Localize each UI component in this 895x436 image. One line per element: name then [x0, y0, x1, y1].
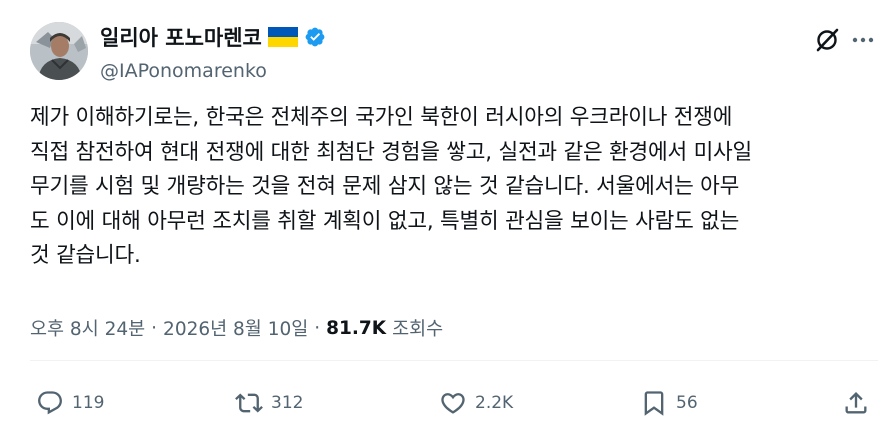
tweet-text-line: 제가 이해하기로는, 한국은 전체주의 국가인 북한이 러시아의 우크라이나 전… — [30, 105, 733, 130]
share-icon — [845, 392, 867, 414]
action-bar: 119 312 2.2K 56 — [30, 383, 878, 423]
tweet-text-line: 직접 참전하여 현대 전쟁에 대한 최첨단 경험을 쌓고, 실전과 같은 환경에… — [30, 139, 753, 165]
meta-separator: · — [151, 317, 158, 339]
ukraine-flag-icon — [267, 27, 298, 47]
meta-separator: · — [314, 317, 321, 339]
share-button[interactable] — [842, 383, 870, 423]
reply-count: 119 — [72, 393, 105, 413]
avatar-image — [30, 22, 88, 80]
view-count-label: 조회수 — [392, 319, 444, 340]
reply-button[interactable]: 119 — [36, 383, 104, 423]
author-handle[interactable]: @IAPonomarenko — [100, 60, 267, 82]
verified-badge-icon[interactable] — [304, 26, 326, 48]
tweet-text-line: 도 이에 대해 아무런 조치를 취할 계획이 없고, 특별히 관심을 보이는 사… — [30, 208, 740, 234]
bookmark-icon — [644, 391, 664, 416]
repost-icon — [235, 393, 263, 413]
divider — [30, 360, 878, 361]
grok-icon[interactable] — [814, 27, 840, 53]
author-name-row: 일리아 포노마렌코 — [100, 22, 326, 52]
reply-icon — [38, 391, 62, 415]
tweet-time[interactable]: 오후 8시 24분 — [30, 315, 145, 341]
bookmark-count: 56 — [676, 393, 698, 413]
bookmark-button[interactable]: 56 — [640, 383, 698, 423]
author-name[interactable]: 일리아 포노마렌코 — [100, 22, 262, 52]
tweet-date[interactable]: 2026년 8월 10일 — [163, 315, 308, 341]
like-icon — [441, 393, 465, 414]
repost-button[interactable]: 312 — [235, 383, 303, 423]
tweet-text-line: 것 같습니다. — [30, 243, 141, 268]
like-count: 2.2K — [475, 393, 514, 413]
more-icon[interactable] — [848, 26, 878, 54]
like-button[interactable]: 2.2K — [439, 383, 513, 423]
tweet-meta: 오후 8시 24분 · 2026년 8월 10일 · 81.7K 조회수 — [30, 314, 443, 342]
tweet-text: 제가 이해하기로는, 한국은 전체주의 국가인 북한이 러시아의 우크라이나 전… — [30, 101, 872, 274]
avatar[interactable] — [30, 22, 88, 80]
tweet-text-line: 무기를 시험 및 개량하는 것을 전혀 문제 삼지 않는 것 같습니다. 서울에… — [30, 174, 740, 199]
repost-count: 312 — [271, 393, 304, 413]
view-count: 81.7K — [326, 317, 387, 339]
